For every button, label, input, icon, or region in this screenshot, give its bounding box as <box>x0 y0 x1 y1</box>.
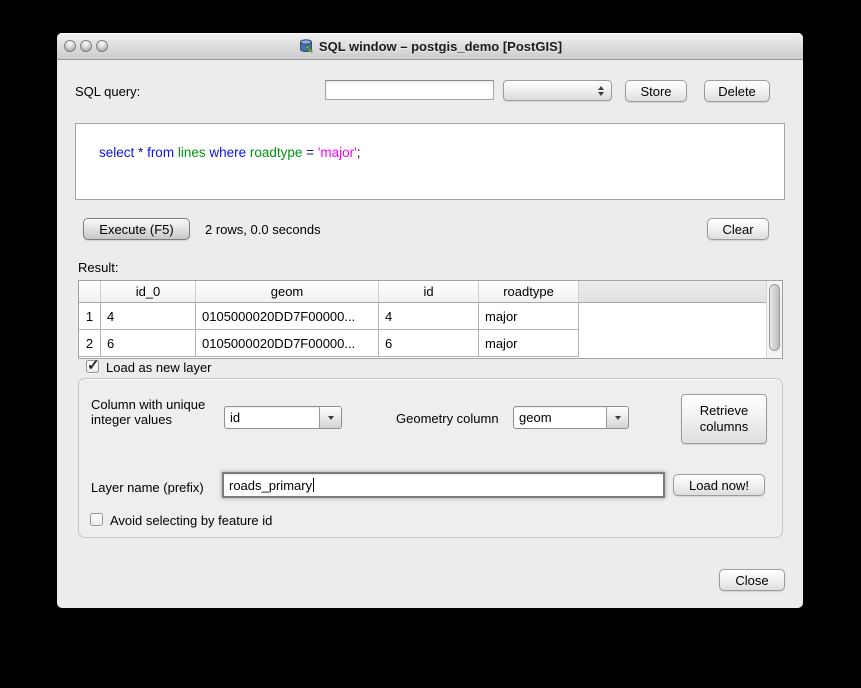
table-row[interactable]: 2 6 0105000020DD7F00000... 6 major <box>79 330 782 357</box>
cell-id_0[interactable]: 6 <box>101 330 196 357</box>
cell-id[interactable]: 6 <box>379 330 479 357</box>
column-header-geom[interactable]: geom <box>196 281 379 303</box>
close-button[interactable]: Close <box>719 569 785 591</box>
row-filler <box>579 303 782 330</box>
clear-button[interactable]: Clear <box>707 218 769 240</box>
corner-header[interactable] <box>79 281 101 303</box>
geometry-column-combobox[interactable]: geom <box>513 406 629 429</box>
load-now-label: Load now! <box>689 478 749 493</box>
sql-query-label: SQL query: <box>75 84 140 99</box>
text-caret <box>313 478 314 492</box>
unique-column-value: id <box>225 407 319 428</box>
avoid-selecting-checkbox[interactable] <box>90 513 103 526</box>
chevron-down-icon[interactable] <box>606 407 628 428</box>
desktop: { "window": { "title": "SQL window – pos… <box>0 0 861 688</box>
row-filler <box>579 330 782 357</box>
database-icon <box>298 38 314 54</box>
sql-editor[interactable]: select * from lines where roadtype = 'ma… <box>75 123 785 200</box>
store-button-label: Store <box>640 84 671 99</box>
row-header[interactable]: 2 <box>79 330 101 357</box>
sql-token-identifier: roadtype <box>250 145 306 160</box>
vertical-scrollbar[interactable] <box>766 281 782 358</box>
titlebar: SQL window – postgis_demo [PostGIS] <box>57 33 803 60</box>
cell-roadtype[interactable]: major <box>479 330 579 357</box>
clear-button-label: Clear <box>722 222 753 237</box>
layer-name-label: Layer name (prefix) <box>91 480 204 495</box>
sql-window: SQL window – postgis_demo [PostGIS] SQL … <box>57 33 803 608</box>
result-table: id_0 geom id roadtype 1 4 0105000020DD7F… <box>78 280 783 359</box>
layer-name-value: roads_primary <box>229 478 312 493</box>
sql-token-string: 'major' <box>318 145 357 160</box>
query-status-text: 2 rows, 0.0 seconds <box>205 222 321 237</box>
unique-column-combobox[interactable]: id <box>224 406 342 429</box>
column-header-roadtype[interactable]: roadtype <box>479 281 579 303</box>
sql-token-keyword: from <box>147 145 178 160</box>
layer-name-input[interactable]: roads_primary <box>222 472 665 498</box>
unique-column-label: Column with unique integer values <box>91 397 229 427</box>
store-button[interactable]: Store <box>625 80 687 102</box>
sql-token-operator: = <box>306 145 318 160</box>
delete-button[interactable]: Delete <box>704 80 770 102</box>
sql-token-operator: * <box>138 145 147 160</box>
close-button-label: Close <box>735 573 768 588</box>
avoid-selecting-label: Avoid selecting by feature id <box>110 513 272 528</box>
sql-token-identifier: lines <box>178 145 210 160</box>
geometry-column-value: geom <box>514 407 606 428</box>
load-now-button[interactable]: Load now! <box>673 474 765 496</box>
load-as-new-layer-label: Load as new layer <box>106 360 212 375</box>
cell-roadtype[interactable]: major <box>479 303 579 330</box>
title-area: SQL window – postgis_demo [PostGIS] <box>57 33 803 59</box>
geometry-column-label: Geometry column <box>396 411 499 426</box>
load-options-group: Column with unique integer values id Geo… <box>78 378 783 538</box>
row-header[interactable]: 1 <box>79 303 101 330</box>
sql-token-punctuation: ; <box>357 145 361 160</box>
cell-id[interactable]: 4 <box>379 303 479 330</box>
result-label: Result: <box>78 260 118 275</box>
chevron-down-icon[interactable] <box>319 407 341 428</box>
sql-token-keyword: where <box>209 145 250 160</box>
retrieve-columns-button[interactable]: Retrieve columns <box>681 394 767 444</box>
table-row[interactable]: 1 4 0105000020DD7F00000... 4 major <box>79 303 782 330</box>
header-filler <box>579 281 782 303</box>
query-name-input[interactable] <box>325 80 494 100</box>
table-header-row: id_0 geom id roadtype <box>79 281 782 303</box>
execute-button[interactable]: Execute (F5) <box>83 218 190 240</box>
retrieve-columns-label: Retrieve columns <box>688 403 760 436</box>
stored-query-dropdown[interactable] <box>503 80 612 101</box>
window-title: SQL window – postgis_demo [PostGIS] <box>319 39 562 54</box>
execute-button-label: Execute (F5) <box>99 222 173 237</box>
scrollbar-thumb[interactable] <box>769 284 780 351</box>
column-header-id[interactable]: id <box>379 281 479 303</box>
column-header-id_0[interactable]: id_0 <box>101 281 196 303</box>
stepper-arrows-icon <box>598 86 604 96</box>
delete-button-label: Delete <box>718 84 756 99</box>
load-as-new-layer-checkbox[interactable] <box>86 360 99 373</box>
cell-geom[interactable]: 0105000020DD7F00000... <box>196 330 379 357</box>
sql-token-keyword: select <box>99 145 138 160</box>
cell-id_0[interactable]: 4 <box>101 303 196 330</box>
cell-geom[interactable]: 0105000020DD7F00000... <box>196 303 379 330</box>
